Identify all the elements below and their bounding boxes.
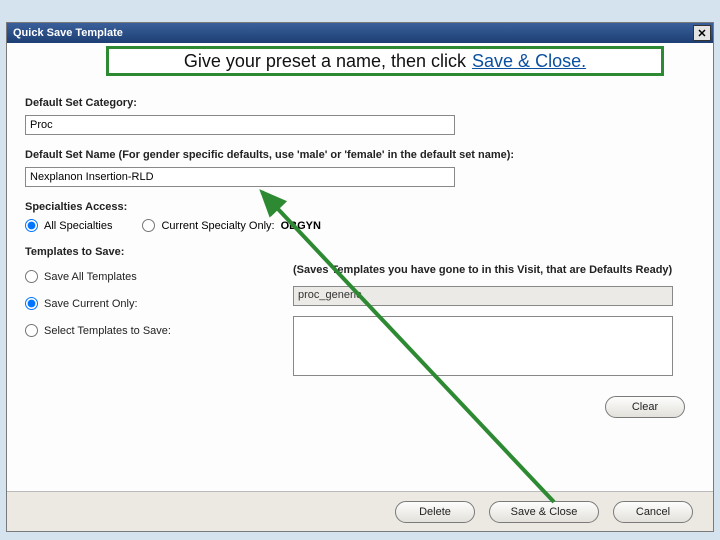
annotation-text: Give your preset a name, then click [184, 51, 466, 72]
category-input[interactable] [25, 115, 455, 135]
dialog-body: Default Set Category: Default Set Name (… [7, 43, 713, 418]
templates-select-radio[interactable] [25, 324, 38, 337]
specialties-current-value: OBGYN [281, 220, 321, 232]
specialties-current-label: Current Specialty Only: [161, 220, 274, 232]
templates-right: (Saves Templates you have gone to in thi… [293, 264, 695, 376]
titlebar: Quick Save Template ✕ [7, 23, 713, 43]
specialties-all-radio[interactable] [25, 219, 38, 232]
dialog-window: Quick Save Template ✕ Default Set Catego… [6, 22, 714, 532]
save-close-button[interactable]: Save & Close [489, 501, 599, 523]
templates-current-radio[interactable] [25, 297, 38, 310]
setname-input[interactable] [25, 167, 455, 187]
templates-hint: (Saves Templates you have gone to in thi… [293, 264, 695, 276]
templates-current-label: Save Current Only: [44, 298, 138, 310]
templates-select-label: Select Templates to Save: [44, 325, 171, 337]
specialties-row: All Specialties Current Specialty Only: … [25, 219, 695, 232]
close-icon: ✕ [697, 27, 706, 40]
templates-label: Templates to Save: [25, 246, 695, 258]
specialties-all-label: All Specialties [44, 220, 112, 232]
setname-label: Default Set Name (For gender specific de… [25, 149, 695, 161]
dialog-footer: Delete Save & Close Cancel [7, 491, 713, 531]
specialties-current-radio[interactable] [142, 219, 155, 232]
window-title: Quick Save Template [13, 27, 123, 39]
cancel-button[interactable]: Cancel [613, 501, 693, 523]
clear-button[interactable]: Clear [605, 396, 685, 418]
delete-button[interactable]: Delete [395, 501, 475, 523]
templates-all-radio[interactable] [25, 270, 38, 283]
annotation-callout: Give your preset a name, then click Save… [106, 46, 664, 76]
templates-grid: Save All Templates Save Current Only: Se… [25, 264, 695, 376]
templates-all-label: Save All Templates [44, 271, 137, 283]
close-button[interactable]: ✕ [693, 25, 711, 41]
templates-select-listbox[interactable] [293, 316, 673, 376]
templates-options: Save All Templates Save Current Only: Se… [25, 264, 275, 376]
category-label: Default Set Category: [25, 97, 695, 109]
templates-current-value: proc_generic [293, 286, 673, 306]
specialties-label: Specialties Access: [25, 201, 695, 213]
annotation-link-text: Save & Close. [472, 51, 586, 72]
